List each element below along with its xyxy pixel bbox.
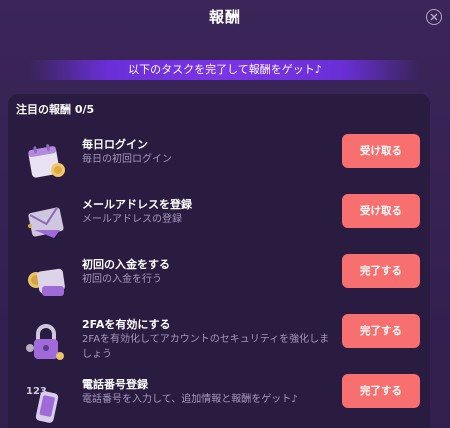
featured-rewards-panel: 注目の報酬 0/5 毎日ログイン 毎日の初回ログイン 受け取る メールアドレスを…	[8, 94, 430, 428]
task-daily-login: 毎日ログイン 毎日の初回ログイン 受け取る	[16, 134, 422, 188]
wallet-icon	[24, 260, 68, 304]
task-title: メールアドレスを登録	[82, 198, 192, 211]
claim-button[interactable]: 受け取る	[342, 194, 420, 228]
task-title: 電話番号登録	[82, 378, 148, 391]
claim-button[interactable]: 受け取る	[342, 134, 420, 168]
page-title: 報酬	[208, 8, 241, 26]
task-title: 2FAを有効にする	[82, 318, 171, 331]
task-title: 毎日ログイン	[82, 138, 148, 151]
complete-button[interactable]: 完了する	[342, 254, 420, 288]
close-icon[interactable]	[426, 9, 442, 25]
complete-button[interactable]: 完了する	[342, 374, 420, 408]
phone-icon: 123	[24, 380, 68, 424]
complete-button[interactable]: 完了する	[342, 314, 420, 348]
task-description: 電話番号を入力して、追加情報と報酬をゲット♪	[82, 394, 298, 405]
padlock-icon	[24, 320, 68, 364]
task-description: 毎日の初回ログイン	[82, 154, 172, 165]
panel-heading: 注目の報酬 0/5	[16, 103, 95, 116]
calendar-icon	[24, 140, 68, 184]
reward-banner: 以下のタスクを完了して報酬をゲット♪	[30, 60, 420, 80]
task-register-phone: 123 電話番号登録 電話番号を入力して、追加情報と報酬をゲット♪ 完了する	[16, 374, 422, 428]
task-enable-2fa: 2FAを有効にする 2FAを有効化してアカウントのセキュリティを強化しましょう …	[16, 314, 422, 368]
task-title: 初回の入金をする	[82, 258, 170, 271]
task-first-deposit: 初回の入金をする 初回の入金を行う 完了する	[16, 254, 422, 308]
task-description: 初回の入金を行う	[82, 274, 162, 285]
task-description: 2FAを有効化してアカウントのセキュリティを強化しましょう	[82, 334, 330, 360]
task-register-email: メールアドレスを登録 メールアドレスの登録 受け取る	[16, 194, 422, 248]
task-description: メールアドレスの登録	[82, 214, 182, 225]
envelope-icon	[24, 200, 68, 244]
